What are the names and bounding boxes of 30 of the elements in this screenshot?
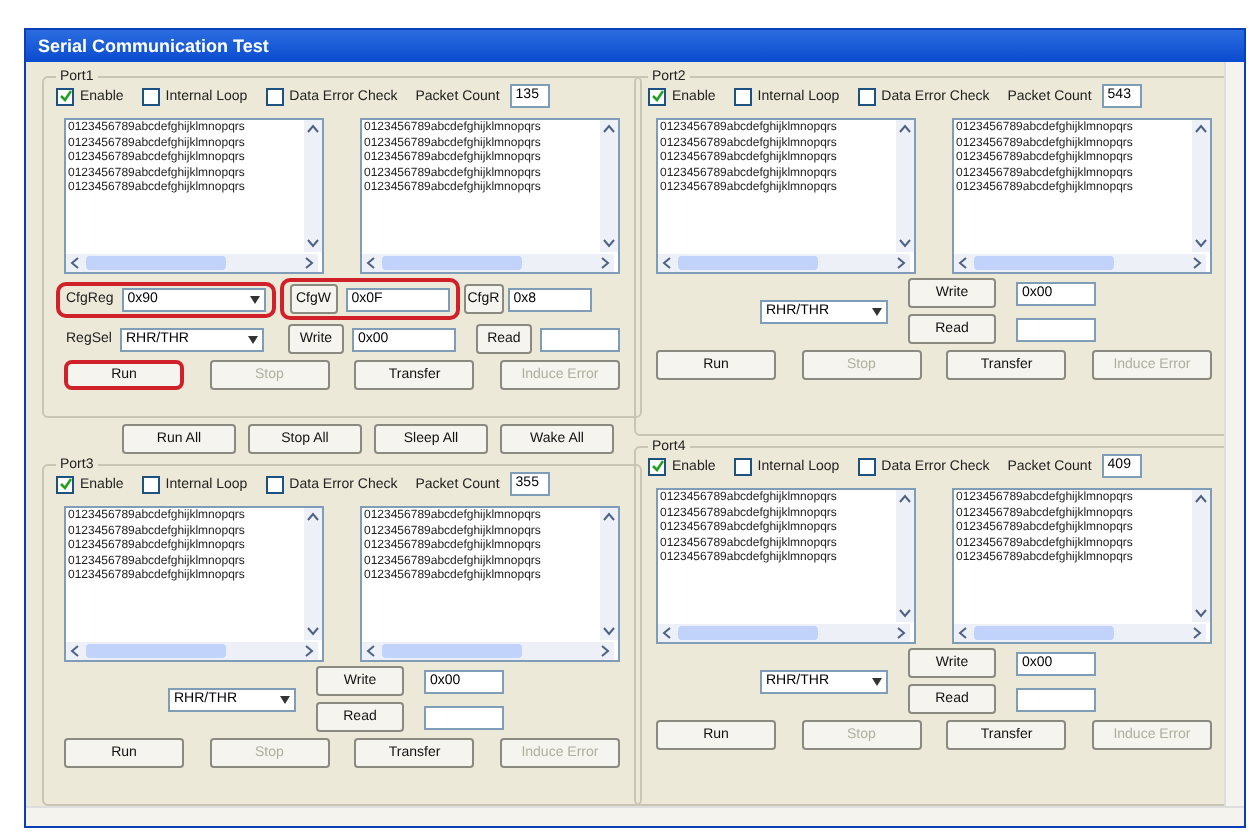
horizontal-scrollbar[interactable] [66,642,318,660]
horizontal-scrollbar[interactable] [66,254,318,272]
dropdown-arrow-icon [249,295,260,303]
dropdown-arrow-icon [247,335,258,343]
read-field[interactable] [1016,687,1096,711]
read-field[interactable] [1016,317,1096,341]
horizontal-scrollbar[interactable] [362,642,614,660]
vertical-scrollbar[interactable] [304,508,322,640]
check-icon [59,90,71,102]
dropdown-arrow-icon [872,677,882,685]
vertical-scrollbar[interactable] [600,120,618,252]
vertical-scrollbar[interactable] [304,120,322,252]
check-icon [651,90,663,102]
vertical-scrollbar[interactable] [600,508,618,640]
read-field[interactable] [539,327,620,351]
dropdown-arrow-icon [280,695,290,703]
vertical-scrollbar[interactable] [896,120,914,252]
horizontal-scrollbar[interactable] [362,254,614,272]
vertical-scrollbar[interactable] [896,490,914,622]
horizontal-scrollbar[interactable] [954,624,1206,642]
read-field[interactable] [424,705,504,729]
vertical-scrollbar[interactable] [1192,490,1210,622]
horizontal-scrollbar[interactable] [658,254,910,272]
vertical-scrollbar[interactable] [1192,120,1210,252]
window-title: Serial Communication Test [26,30,1244,62]
horizontal-scrollbar[interactable] [658,624,910,642]
check-icon [59,478,71,490]
check-icon [651,460,663,472]
horizontal-scrollbar[interactable] [954,254,1206,272]
dropdown-arrow-icon [872,307,882,315]
